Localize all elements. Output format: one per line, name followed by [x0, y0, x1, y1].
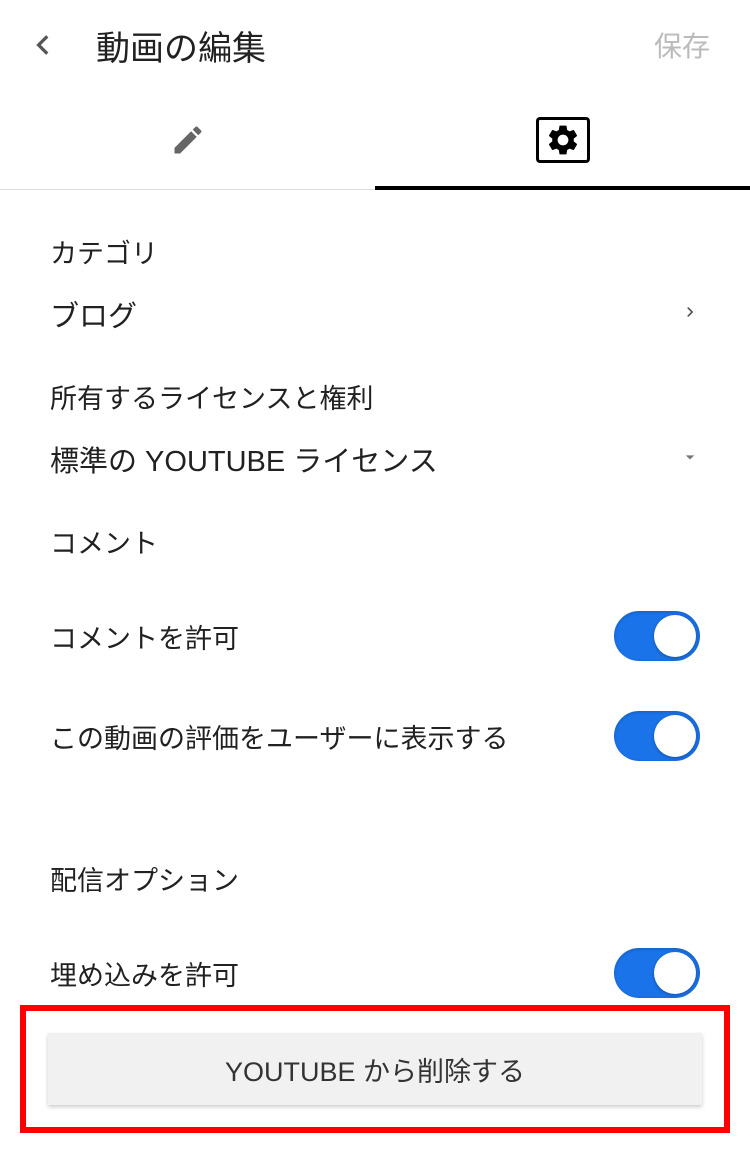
gear-icon — [545, 122, 581, 158]
allow-comments-toggle[interactable] — [614, 611, 700, 661]
delete-section-highlight: YOUTUBE から削除する — [20, 1005, 730, 1133]
tab-settings[interactable] — [375, 90, 750, 189]
allow-embed-row: 埋め込みを許可 — [50, 948, 700, 998]
chevron-left-icon — [31, 32, 57, 58]
license-label: 所有するライセンスと権利 — [50, 377, 700, 416]
show-ratings-row: この動画の評価をユーザーに表示する — [50, 711, 700, 761]
pencil-icon — [170, 122, 206, 158]
allow-comments-label: コメントを許可 — [50, 617, 239, 656]
category-value: ブログ — [50, 293, 137, 335]
allow-embed-label: 埋め込みを許可 — [50, 954, 239, 993]
category-select[interactable]: ブログ — [50, 293, 700, 335]
allow-embed-toggle[interactable] — [614, 948, 700, 998]
tabs — [0, 90, 750, 190]
allow-comments-row: コメントを許可 — [50, 611, 700, 661]
tab-edit[interactable] — [0, 90, 375, 189]
gear-box-icon — [536, 117, 590, 163]
header: 動画の編集 保存 — [0, 0, 750, 90]
show-ratings-label: この動画の評価をユーザーに表示する — [50, 717, 508, 756]
delete-from-youtube-button[interactable]: YOUTUBE から削除する — [48, 1033, 702, 1105]
comments-section-title: コメント — [50, 522, 700, 561]
content: カテゴリ ブログ 所有するライセンスと権利 標準の YOUTUBE ライセンス … — [0, 190, 750, 998]
license-select[interactable]: 標準の YOUTUBE ライセンス — [50, 438, 700, 480]
dropdown-arrow-icon — [680, 447, 700, 472]
page-title: 動画の編集 — [96, 21, 654, 70]
save-button[interactable]: 保存 — [654, 25, 710, 65]
show-ratings-toggle[interactable] — [614, 711, 700, 761]
chevron-right-icon — [680, 298, 700, 331]
back-button[interactable] — [20, 21, 68, 69]
license-value: 標準の YOUTUBE ライセンス — [50, 438, 438, 480]
category-label: カテゴリ — [50, 232, 700, 271]
distribution-section-title: 配信オプション — [50, 859, 700, 898]
